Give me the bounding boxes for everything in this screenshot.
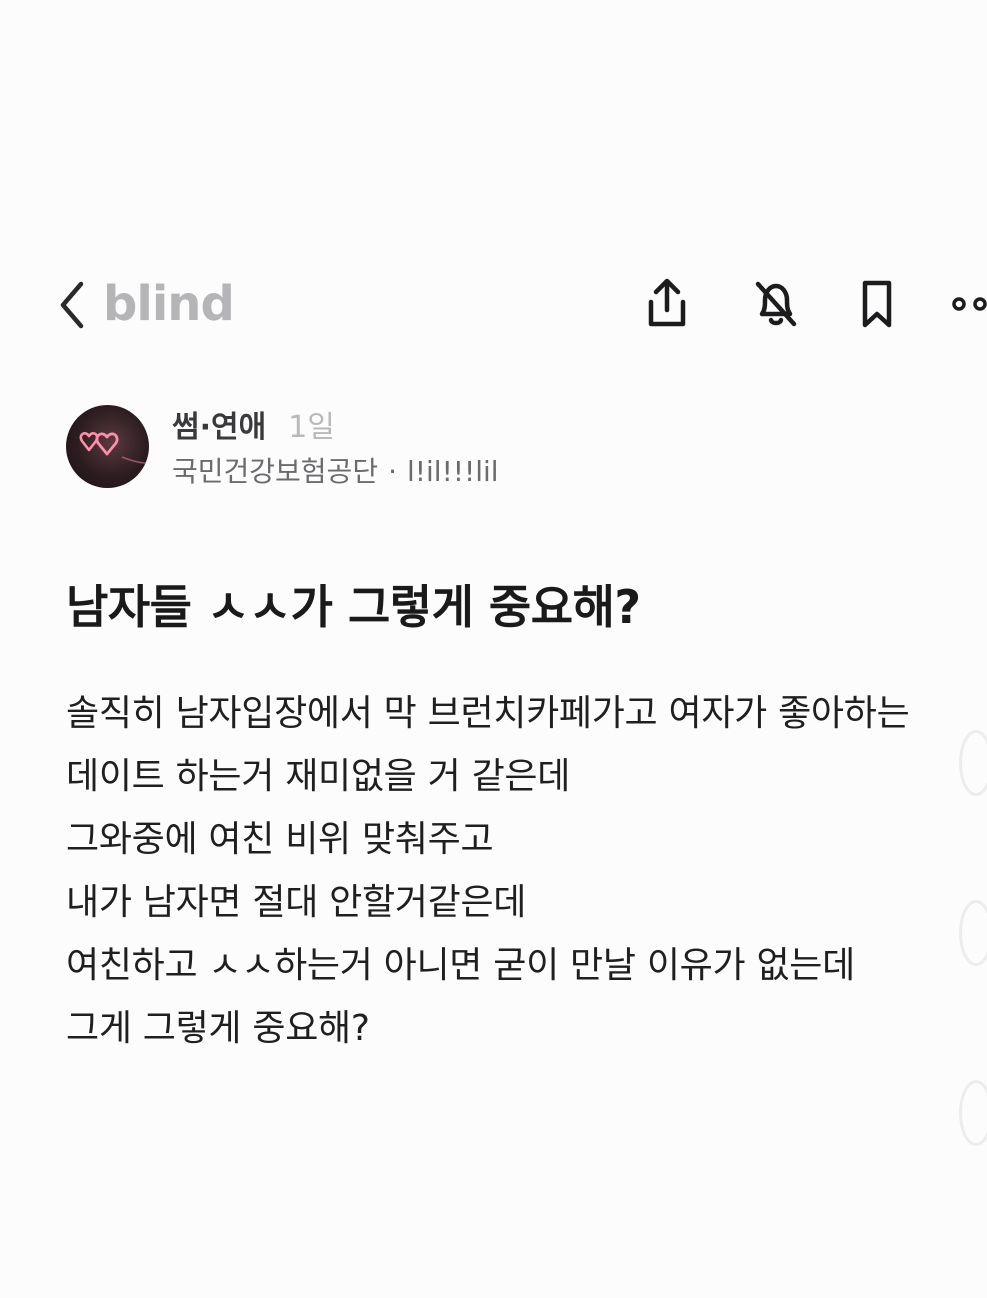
overlay-ghost-circle	[959, 730, 987, 796]
share-icon	[648, 278, 686, 327]
post-body: 솔직히 남자입장에서 막 브런치카페가고 여자가 좋아하는 데이트 하는거 재미…	[66, 682, 987, 1060]
top-navigation-bar: blind	[0, 262, 987, 348]
author-nickname: l!il!!!lil	[407, 455, 499, 488]
bell-off-icon	[755, 281, 797, 327]
share-button[interactable]	[637, 274, 697, 334]
post-body-line: 내가 남자면 절대 안할거같은데	[66, 882, 527, 923]
post-body-line: 그게 그렇게 중요해?	[66, 1008, 370, 1049]
channel-name[interactable]: 썸·연애	[172, 402, 266, 446]
author-company: 국민건강보험공단	[172, 455, 379, 488]
chevron-left-icon	[60, 281, 84, 329]
blind-logo: blind	[103, 276, 235, 332]
more-icon	[952, 297, 987, 311]
notification-toggle-button[interactable]	[746, 274, 806, 334]
hearts-icon	[79, 432, 147, 464]
post-author-info: 썸·연애 1일 국민건강보험공단 · l!il!!!lil	[64, 402, 944, 494]
bookmark-button[interactable]	[847, 274, 907, 334]
overlay-ghost-circle	[959, 900, 987, 966]
bookmark-icon	[862, 280, 892, 328]
more-options-button[interactable]	[950, 274, 987, 334]
meta-separator: ·	[388, 455, 397, 488]
post-body-line: 여친하고 ㅅㅅ하는거 아니면 굳이 만날 이유가 없는데	[66, 945, 855, 986]
overlay-ghost-circle	[959, 1080, 987, 1146]
post-title: 남자들 ㅅㅅ가 그렇게 중요해?	[66, 580, 641, 634]
post-age: 1일	[288, 410, 335, 445]
back-button[interactable]	[50, 276, 94, 334]
post-body-line: 그와중에 여친 비위 맞춰주고	[66, 819, 494, 860]
post-body-line: 솔직히 남자입장에서 막 브런치카페가고 여자가 좋아하는	[66, 693, 910, 734]
post-body-line: 데이트 하는거 재미없을 거 같은데	[66, 756, 571, 797]
channel-avatar[interactable]	[66, 405, 149, 488]
